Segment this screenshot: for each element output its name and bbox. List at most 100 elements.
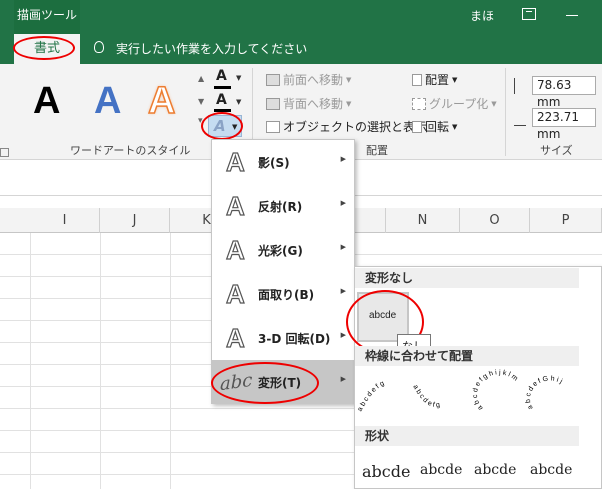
title-bar bbox=[0, 0, 602, 34]
chevron-down-icon[interactable]: ▼ bbox=[236, 74, 241, 82]
menu-item-label: 光彩(G) bbox=[258, 244, 303, 258]
menu-item-label: 面取り(B) bbox=[258, 288, 315, 302]
text-outline-button[interactable]: A bbox=[216, 92, 227, 108]
rotate-label: 回転 bbox=[425, 120, 450, 134]
menu-item-label: 影(S) bbox=[258, 156, 290, 170]
height-icon bbox=[514, 78, 526, 94]
submenu-arrow-icon: ▶ bbox=[340, 331, 346, 339]
svg-text:a b c d e f g: a b c d e f g bbox=[357, 380, 386, 413]
chevron-down-icon: ▼ bbox=[346, 99, 352, 108]
follow-path-arch-up[interactable]: a b c d e f g bbox=[357, 380, 411, 413]
path-sample: a b c d e f g bbox=[357, 380, 386, 413]
ribbon-display-options-icon[interactable] bbox=[522, 8, 536, 20]
lightbulb-icon bbox=[94, 41, 104, 53]
wordart-style-orange-outline[interactable]: A bbox=[147, 79, 176, 123]
glow-icon: A bbox=[225, 234, 245, 265]
follow-path-circle[interactable]: a b c d e f g h i j k l m bbox=[472, 369, 521, 411]
submenu-arrow-icon: ▶ bbox=[340, 243, 346, 251]
svg-text:a b c d e f g h i j k l m: a b c d e f g h i j k l m bbox=[472, 369, 519, 411]
bring-forward-label: 前面へ移動 bbox=[283, 73, 344, 87]
chevron-down-icon: ▼ bbox=[452, 122, 458, 131]
gallery-scroll-up-icon[interactable]: ▲ bbox=[198, 74, 204, 83]
path-sample: a b c d e f G h i j bbox=[525, 375, 564, 410]
chevron-down-icon: ▼ bbox=[452, 75, 458, 84]
selection-pane-button[interactable]: オブジェクトの選択と表示 bbox=[266, 118, 427, 135]
gallery-scroll-down-icon[interactable]: ▼ bbox=[198, 97, 204, 106]
tell-me-input[interactable]: 実行したい作業を入力してください bbox=[116, 40, 307, 57]
user-name[interactable]: まほ bbox=[470, 7, 494, 24]
align-label: 配置 bbox=[425, 73, 450, 87]
warp-option-wave[interactable]: abcde bbox=[530, 462, 572, 478]
warp-option-plain[interactable]: abcde bbox=[362, 462, 410, 481]
section-header-follow-path: 枠線に合わせて配置 bbox=[355, 346, 579, 366]
shadow-icon: A bbox=[225, 146, 245, 177]
menu-item-reflection[interactable]: A 反射(R) ▶ bbox=[212, 184, 354, 228]
bevel-icon: A bbox=[225, 278, 245, 309]
path-sample: a b c d e f g bbox=[411, 384, 440, 409]
highlight-circle bbox=[211, 362, 319, 404]
selection-pane-label: オブジェクトの選択と表示 bbox=[283, 120, 428, 134]
selection-pane-icon bbox=[266, 120, 280, 133]
chevron-down-icon: ▼ bbox=[491, 99, 497, 108]
wordart-style-blue[interactable]: A bbox=[94, 80, 121, 123]
menu-item-label: 3-D 回転(D) bbox=[258, 332, 331, 346]
follow-path-arch-down[interactable]: a b c d e f g bbox=[411, 384, 461, 409]
send-backward-icon bbox=[266, 97, 280, 110]
wordart-style-black[interactable]: A bbox=[33, 80, 60, 123]
text-fill-button[interactable]: A bbox=[216, 68, 227, 84]
send-backward-label: 背面へ移動 bbox=[283, 97, 344, 111]
svg-text:a b c d e f g: a b c d e f g bbox=[411, 384, 440, 409]
highlight-circle bbox=[13, 36, 75, 60]
path-sample: a b c d e f g h i j k l m bbox=[472, 369, 519, 411]
rotate-icon bbox=[412, 120, 422, 133]
column-header-o[interactable]: O bbox=[460, 208, 530, 233]
align-button[interactable]: 配置 ▼ bbox=[412, 71, 457, 88]
bring-forward-button[interactable]: 前面へ移動 ▼ bbox=[266, 71, 351, 88]
submenu-arrow-icon: ▶ bbox=[340, 155, 346, 163]
section-header-no-transform: 変形なし bbox=[355, 268, 579, 288]
reflection-icon: A bbox=[225, 190, 245, 221]
height-field[interactable]: 78.63 mm bbox=[532, 76, 596, 109]
column-header-i[interactable]: I bbox=[30, 208, 100, 233]
grid-line bbox=[30, 233, 31, 489]
menu-item-shadow[interactable]: A 影(S) ▶ bbox=[212, 140, 354, 184]
section-header-warp: 形状 bbox=[355, 426, 579, 446]
grid-line bbox=[170, 233, 171, 489]
group-label-arrange: 配置 bbox=[366, 144, 388, 157]
menu-item-glow[interactable]: A 光彩(G) ▶ bbox=[212, 228, 354, 272]
width-icon bbox=[514, 110, 526, 126]
align-icon bbox=[412, 73, 422, 86]
follow-path-options: a b c d e f g a b c d e f g a b c d e f … bbox=[357, 369, 570, 413]
column-header-n[interactable]: N bbox=[386, 208, 460, 233]
follow-path-button[interactable]: a b c d e f G h i j bbox=[525, 375, 570, 410]
group-button[interactable]: グループ化 ▼ bbox=[412, 95, 497, 112]
warp-option-bulge[interactable]: abcde bbox=[474, 462, 516, 478]
group-label-size: サイズ bbox=[540, 144, 573, 157]
warp-option-arch[interactable]: abcde bbox=[420, 462, 462, 478]
chevron-down-icon: ▼ bbox=[346, 75, 352, 84]
chevron-down-icon[interactable]: ▼ bbox=[236, 98, 241, 106]
width-field[interactable]: 223.71 mm bbox=[532, 108, 596, 141]
submenu-arrow-icon: ▶ bbox=[340, 375, 346, 383]
bring-forward-icon bbox=[266, 73, 280, 86]
column-header-p[interactable]: P bbox=[530, 208, 602, 233]
grid-line bbox=[100, 233, 101, 489]
menu-item-label: 反射(R) bbox=[258, 200, 303, 214]
menu-item-bevel[interactable]: A 面取り(B) ▶ bbox=[212, 272, 354, 316]
text-fill-color-bar bbox=[214, 86, 231, 89]
3d-rotation-icon: A bbox=[225, 322, 245, 353]
group-label-wordart-styles: ワードアートのスタイル bbox=[70, 144, 191, 157]
group-separator bbox=[505, 68, 506, 156]
minimize-icon[interactable] bbox=[566, 15, 578, 16]
menu-item-3d-rotation[interactable]: A 3-D 回転(D) ▶ bbox=[212, 316, 354, 360]
dialog-launcher-icon[interactable] bbox=[0, 148, 9, 157]
submenu-arrow-icon: ▶ bbox=[340, 199, 346, 207]
highlight-circle bbox=[201, 112, 243, 140]
group-label: グループ化 bbox=[429, 97, 489, 111]
rotate-button[interactable]: 回転 ▼ bbox=[412, 118, 457, 135]
group-icon bbox=[412, 97, 426, 110]
svg-text:a b c d e f G h i j: a b c d e f G h i j bbox=[525, 375, 564, 410]
contextual-tab-group: 描画ツール bbox=[14, 0, 80, 34]
send-backward-button[interactable]: 背面へ移動 ▼ bbox=[266, 95, 351, 112]
column-header-j[interactable]: J bbox=[100, 208, 170, 233]
